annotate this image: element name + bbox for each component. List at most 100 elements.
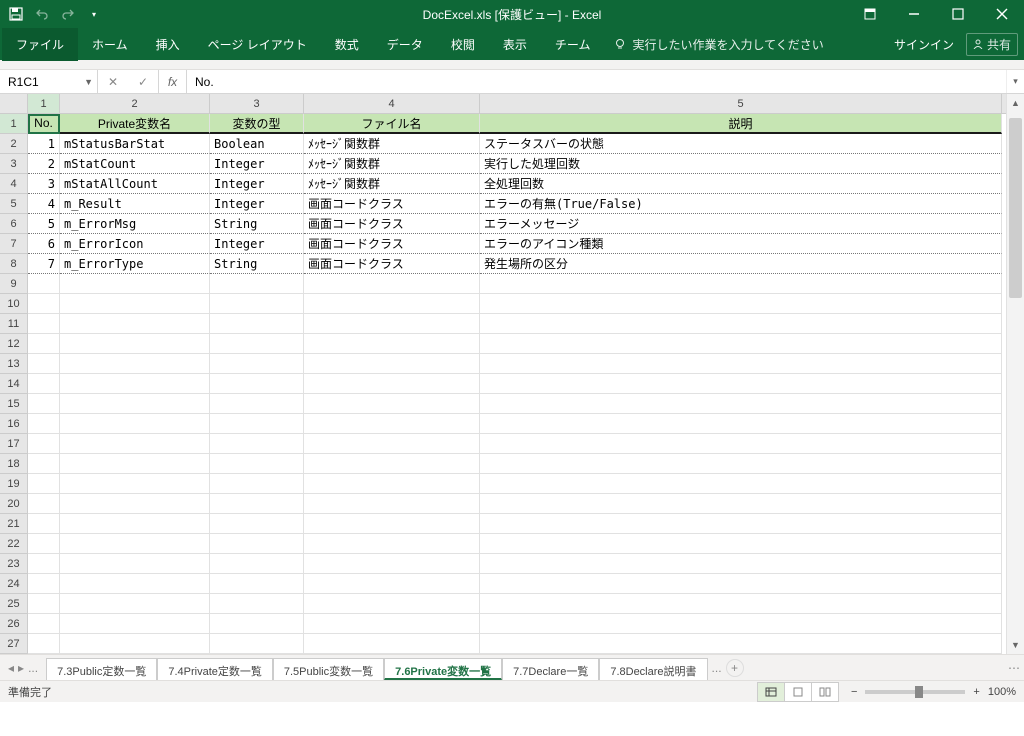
- cell[interactable]: [210, 614, 304, 634]
- cell[interactable]: [28, 374, 60, 394]
- cell[interactable]: [28, 474, 60, 494]
- cell[interactable]: [28, 534, 60, 554]
- cell[interactable]: Integer: [210, 174, 304, 194]
- scroll-up-icon[interactable]: ▲: [1007, 94, 1024, 112]
- cell[interactable]: [210, 354, 304, 374]
- cell[interactable]: 2: [28, 154, 60, 174]
- cell[interactable]: [210, 514, 304, 534]
- cell[interactable]: [480, 474, 1002, 494]
- row-header[interactable]: 26: [0, 614, 27, 634]
- cell[interactable]: [28, 634, 60, 654]
- row-header[interactable]: 11: [0, 314, 27, 334]
- cell[interactable]: [480, 534, 1002, 554]
- column-header[interactable]: 2: [60, 94, 210, 113]
- cell[interactable]: Integer: [210, 234, 304, 254]
- ribbon-tab[interactable]: 表示: [489, 28, 541, 61]
- row-header[interactable]: 2: [0, 134, 27, 154]
- cell[interactable]: [28, 394, 60, 414]
- cell[interactable]: String: [210, 254, 304, 274]
- cell[interactable]: [60, 534, 210, 554]
- sheet-tab[interactable]: 7.3Public定数一覧: [46, 658, 157, 680]
- cell[interactable]: [28, 354, 60, 374]
- scroll-down-icon[interactable]: ▼: [1007, 636, 1024, 654]
- cell[interactable]: [210, 574, 304, 594]
- cell[interactable]: 4: [28, 194, 60, 214]
- cell[interactable]: [210, 494, 304, 514]
- row-header[interactable]: 27: [0, 634, 27, 654]
- cell[interactable]: [480, 354, 1002, 374]
- cell[interactable]: [210, 334, 304, 354]
- sheet-tab[interactable]: 7.4Private定数一覧: [157, 658, 273, 680]
- sign-in-link[interactable]: サインイン: [894, 36, 954, 53]
- cell[interactable]: [60, 554, 210, 574]
- cell[interactable]: [480, 494, 1002, 514]
- enter-formula-icon[interactable]: ✓: [128, 75, 158, 89]
- cell[interactable]: [304, 594, 480, 614]
- cell[interactable]: [28, 494, 60, 514]
- cell[interactable]: 5: [28, 214, 60, 234]
- table-header-cell[interactable]: ファイル名: [304, 114, 480, 134]
- row-header[interactable]: 19: [0, 474, 27, 494]
- formula-bar[interactable]: No.: [187, 70, 1006, 93]
- row-header[interactable]: 12: [0, 334, 27, 354]
- cell[interactable]: [210, 394, 304, 414]
- row-header[interactable]: 18: [0, 454, 27, 474]
- cell[interactable]: 画面コードクラス: [304, 254, 480, 274]
- column-header[interactable]: 3: [210, 94, 304, 113]
- cell[interactable]: 実行した処理回数: [480, 154, 1002, 174]
- expand-formula-bar-icon[interactable]: ▾: [1006, 70, 1024, 93]
- share-button[interactable]: 共有: [966, 33, 1018, 56]
- zoom-in-button[interactable]: +: [973, 686, 979, 698]
- row-header[interactable]: 8: [0, 254, 27, 274]
- cell[interactable]: [304, 614, 480, 634]
- table-header-cell[interactable]: No.: [28, 114, 60, 134]
- row-header[interactable]: 14: [0, 374, 27, 394]
- cell[interactable]: [60, 374, 210, 394]
- cell[interactable]: [28, 574, 60, 594]
- cell[interactable]: [304, 414, 480, 434]
- ribbon-tab[interactable]: 数式: [321, 28, 373, 61]
- cell[interactable]: [480, 614, 1002, 634]
- cell[interactable]: 6: [28, 234, 60, 254]
- cell[interactable]: [304, 354, 480, 374]
- row-header[interactable]: 25: [0, 594, 27, 614]
- cell[interactable]: [210, 434, 304, 454]
- cell[interactable]: [480, 454, 1002, 474]
- sheets-overflow[interactable]: ...: [28, 661, 38, 675]
- cell[interactable]: [304, 294, 480, 314]
- cell[interactable]: mStatAllCount: [60, 174, 210, 194]
- tell-me-search[interactable]: 実行したい作業を入力してください: [614, 36, 823, 53]
- row-header[interactable]: 4: [0, 174, 27, 194]
- cell[interactable]: mStatCount: [60, 154, 210, 174]
- cell[interactable]: [304, 634, 480, 654]
- redo-icon[interactable]: [60, 6, 76, 22]
- cell[interactable]: エラーの有無(True/False): [480, 194, 1002, 214]
- cell[interactable]: [210, 554, 304, 574]
- cell[interactable]: [28, 334, 60, 354]
- cell[interactable]: [210, 314, 304, 334]
- close-button[interactable]: [980, 0, 1024, 28]
- cell[interactable]: [480, 394, 1002, 414]
- cell[interactable]: エラーメッセージ: [480, 214, 1002, 234]
- cell[interactable]: [480, 554, 1002, 574]
- cell[interactable]: [60, 574, 210, 594]
- cell[interactable]: [304, 394, 480, 414]
- ribbon-tab[interactable]: チーム: [541, 28, 605, 61]
- cell[interactable]: String: [210, 214, 304, 234]
- next-sheet-icon[interactable]: ▸: [18, 661, 24, 675]
- table-header-cell[interactable]: Private変数名: [60, 114, 210, 134]
- cell[interactable]: ステータスバーの状態: [480, 134, 1002, 154]
- cell[interactable]: [304, 494, 480, 514]
- cell[interactable]: 画面コードクラス: [304, 214, 480, 234]
- row-header[interactable]: 17: [0, 434, 27, 454]
- cell[interactable]: [60, 634, 210, 654]
- cell[interactable]: [304, 334, 480, 354]
- more-sheets[interactable]: ...: [712, 661, 722, 675]
- chevron-down-icon[interactable]: ▼: [84, 77, 93, 87]
- row-header[interactable]: 20: [0, 494, 27, 514]
- page-layout-view-button[interactable]: [784, 682, 812, 702]
- cell[interactable]: [210, 594, 304, 614]
- row-header[interactable]: 22: [0, 534, 27, 554]
- column-header[interactable]: 1: [28, 94, 60, 113]
- cancel-formula-icon[interactable]: ✕: [98, 75, 128, 89]
